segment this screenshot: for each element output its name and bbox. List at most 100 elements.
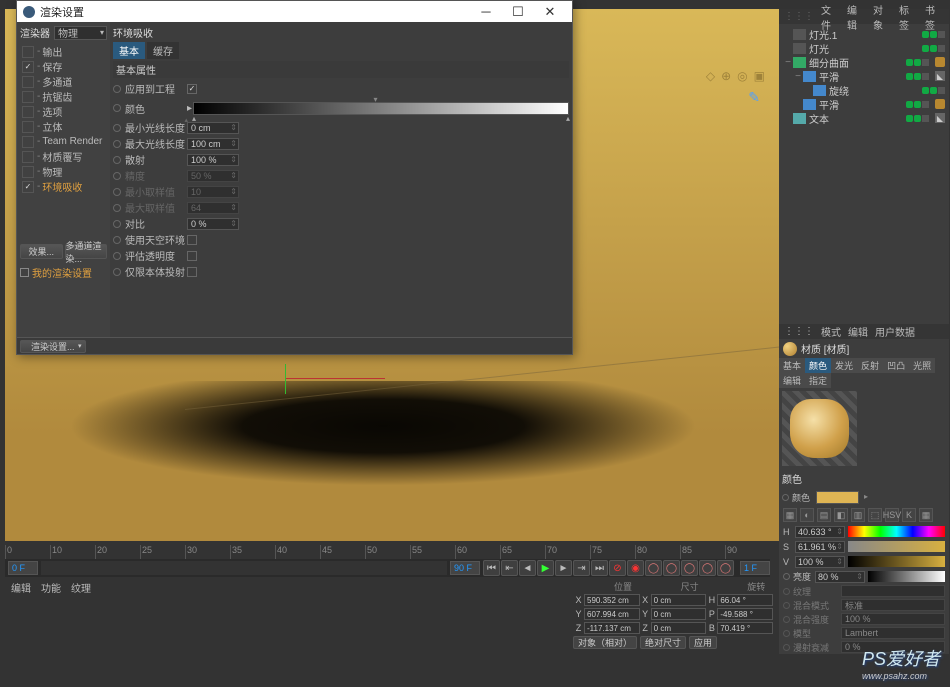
attr-tab[interactable]: 颜色 (805, 358, 831, 373)
panel-handle-icon[interactable]: ⋮⋮⋮ (784, 326, 814, 337)
object-tree-item[interactable]: 灯光.1 (783, 27, 945, 41)
picker-icon[interactable]: ▦ (919, 508, 933, 522)
object-tree-item[interactable]: −平滑◣ (783, 69, 945, 83)
coord-pos-input[interactable]: -117.137 cm (584, 622, 640, 634)
prev-frame-button[interactable]: ◄ (519, 560, 536, 576)
item-checkbox[interactable] (22, 136, 34, 148)
val-input[interactable]: 100 % (795, 556, 845, 568)
render-setting-item[interactable]: -多通道 (20, 74, 107, 89)
attr-tab[interactable]: 基本 (779, 358, 805, 373)
coord-pos-input[interactable]: 607.994 cm (584, 608, 640, 620)
bm-tex[interactable]: 纹理 (71, 580, 91, 594)
attr-menu-mode[interactable]: 模式 (821, 324, 841, 339)
bm-func[interactable]: 功能 (41, 580, 61, 594)
object-tree-item[interactable]: 灯光 (783, 41, 945, 55)
attr-param-input[interactable] (841, 585, 945, 597)
color-gradient[interactable]: ▴▴ (193, 102, 569, 115)
object-tree-item[interactable]: −细分曲面 (783, 55, 945, 69)
object-tree-item[interactable]: 平滑 (783, 97, 945, 111)
render-setting-item[interactable]: -Team Render (20, 134, 107, 149)
dispersion-input[interactable]: 100 % (187, 154, 239, 166)
attr-tab[interactable]: 凹凸 (883, 358, 909, 373)
minray-input[interactable]: 0 cm (187, 122, 239, 134)
attr-tab[interactable]: 反射 (857, 358, 883, 373)
sat-slider[interactable] (848, 541, 945, 552)
object-tree-item[interactable]: 旋绕 (783, 83, 945, 97)
next-key-button[interactable]: ⇥ (573, 560, 590, 576)
maxray-input[interactable]: 100 cm (187, 138, 239, 150)
attr-menu-edit[interactable]: 编辑 (848, 324, 868, 339)
item-checkbox[interactable] (22, 91, 34, 103)
key-pla-button[interactable]: ◯ (717, 560, 734, 576)
coords-apply-button[interactable]: 应用 (689, 636, 717, 649)
material-tag[interactable] (935, 99, 945, 109)
key-param-button[interactable]: ◯ (699, 560, 716, 576)
multipass-button[interactable]: 多通道渲染... (65, 244, 108, 259)
usesky-checkbox[interactable] (187, 235, 197, 245)
hue-slider[interactable] (848, 526, 945, 537)
color-swatch[interactable] (816, 491, 859, 504)
picker-icon[interactable]: HSV (885, 508, 899, 522)
object-tree[interactable]: 灯光.1灯光−细分曲面−平滑◣旋绕平滑文本◣ (779, 24, 949, 128)
key-pos-button[interactable]: ◯ (645, 560, 662, 576)
attr-menu-userdata[interactable]: 用户数据 (875, 324, 915, 339)
coord-size-input[interactable]: 0 cm (651, 594, 707, 606)
picker-icon[interactable]: ▥ (851, 508, 865, 522)
goto-end-button[interactable]: ⏭ (591, 560, 608, 576)
picker-icon[interactable]: ▤ (817, 508, 831, 522)
bm-edit[interactable]: 编辑 (11, 580, 31, 594)
render-setting-item[interactable]: ✓-保存 (20, 59, 107, 74)
play-button[interactable]: ▶ (537, 560, 554, 576)
item-checkbox[interactable] (22, 166, 34, 178)
timeline-marker[interactable]: 1 F (740, 561, 770, 575)
attr-tab[interactable]: 光照 (909, 358, 935, 373)
coords-mode-select[interactable]: 对象（相对） (573, 636, 637, 649)
selfonly-checkbox[interactable] (187, 267, 197, 277)
autokey-button[interactable]: ◉ (627, 560, 644, 576)
render-setting-item[interactable]: -材质覆写 (20, 149, 107, 164)
coord-size-input[interactable]: 0 cm (651, 622, 707, 634)
timeline-track[interactable] (41, 561, 447, 575)
attr-tab[interactable]: 编辑 (779, 373, 805, 388)
picker-icon[interactable]: K (902, 508, 916, 522)
timeline-end[interactable]: 90 F (450, 561, 480, 575)
coord-rot-input[interactable]: -49.588 ° (717, 608, 773, 620)
coord-size-input[interactable]: 0 cm (651, 608, 707, 620)
my-render-settings[interactable]: 我的渲染设置 (20, 265, 107, 279)
maximize-button[interactable]: ☐ (502, 1, 534, 22)
record-button[interactable]: ⊘ (609, 560, 626, 576)
evaltrans-checkbox[interactable] (187, 251, 197, 261)
phong-tag[interactable]: ◣ (935, 71, 945, 81)
render-setting-item[interactable]: ✓-环境吸收 (20, 179, 107, 194)
attr-param-input[interactable]: 标准 (841, 599, 945, 611)
timeline-start[interactable]: 0 F (8, 561, 38, 575)
material-tag[interactable] (935, 57, 945, 67)
picker-icon[interactable]: ◧ (834, 508, 848, 522)
coord-rot-input[interactable]: 66.04 ° (717, 594, 773, 606)
timeline-ruler[interactable]: 010202530354045505560657075808590 (5, 545, 770, 559)
brightness-slider[interactable] (868, 571, 945, 582)
picker-icon[interactable]: ▦ (783, 508, 797, 522)
item-checkbox[interactable] (22, 46, 34, 58)
om-menu-bookmark[interactable]: 书签 (925, 2, 944, 32)
effects-button[interactable]: 效果... (20, 244, 63, 259)
attr-tab[interactable]: 发光 (831, 358, 857, 373)
render-setting-item[interactable]: -物理 (20, 164, 107, 179)
apply-checkbox[interactable]: ✓ (187, 84, 197, 94)
val-slider[interactable] (848, 556, 945, 567)
sat-input[interactable]: 61.961 % (795, 541, 845, 553)
key-scale-button[interactable]: ◯ (663, 560, 680, 576)
item-checkbox[interactable] (22, 76, 34, 88)
dialog-tab[interactable]: 基本 (113, 42, 145, 59)
renderer-select[interactable]: 物理 (54, 26, 107, 40)
render-setting-item[interactable]: -抗锯齿 (20, 89, 107, 104)
attr-param-input[interactable]: Lambert (841, 627, 945, 639)
picker-icon[interactable]: ◐ (800, 508, 814, 522)
picker-icon[interactable]: ⬚ (868, 508, 882, 522)
minimize-button[interactable]: ─ (470, 1, 502, 22)
contrast-input[interactable]: 0 % (187, 218, 239, 230)
render-setting-item[interactable]: -输出 (20, 44, 107, 59)
attr-tab[interactable]: 指定 (805, 373, 831, 388)
next-frame-button[interactable]: ► (555, 560, 572, 576)
material-preview[interactable] (782, 391, 857, 466)
